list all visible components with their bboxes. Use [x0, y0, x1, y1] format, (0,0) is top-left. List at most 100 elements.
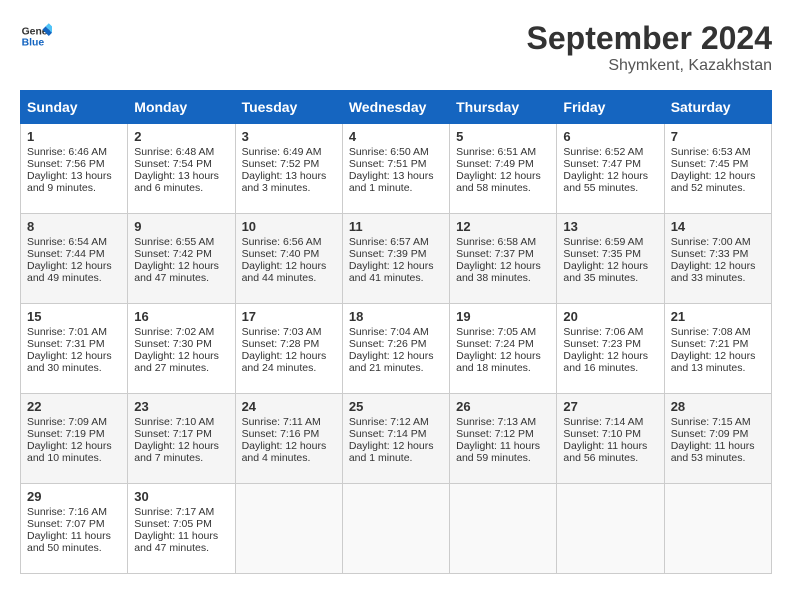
- day-number: 15: [27, 309, 121, 324]
- week-row-5: 29Sunrise: 7:16 AMSunset: 7:07 PMDayligh…: [21, 484, 772, 574]
- calendar-cell: 29Sunrise: 7:16 AMSunset: 7:07 PMDayligh…: [21, 484, 128, 574]
- week-row-1: 1Sunrise: 6:46 AMSunset: 7:56 PMDaylight…: [21, 124, 772, 214]
- sunrise-text: Sunrise: 6:55 AM: [134, 236, 214, 248]
- sunset-text: Sunset: 7:26 PM: [349, 338, 427, 350]
- calendar-cell: 19Sunrise: 7:05 AMSunset: 7:24 PMDayligh…: [450, 304, 557, 394]
- logo: General Blue: [20, 20, 52, 52]
- day-number: 5: [456, 129, 550, 144]
- sunset-text: Sunset: 7:44 PM: [27, 248, 105, 260]
- daylight-text: Daylight: 12 hours and 38 minutes.: [456, 260, 541, 284]
- calendar-cell: 2Sunrise: 6:48 AMSunset: 7:54 PMDaylight…: [128, 124, 235, 214]
- calendar-cell: 10 Sunrise: 6:56 AMSunset: 7:40 PMDayligh…: [235, 214, 342, 304]
- calendar-table: SundayMondayTuesdayWednesdayThursdayFrid…: [20, 90, 772, 574]
- day-number: 19: [456, 309, 550, 324]
- svg-text:Blue: Blue: [22, 38, 45, 49]
- day-number: 10: [242, 219, 336, 234]
- sunset-text: Sunset: 7:39 PM: [349, 248, 427, 260]
- calendar-cell: 30Sunrise: 7:17 AMSunset: 7:05 PMDayligh…: [128, 484, 235, 574]
- day-number: 26: [456, 399, 550, 414]
- sunrise-text: Sunrise: 7:06 AM: [563, 326, 643, 338]
- daylight-text: Daylight: 11 hours and 53 minutes.: [671, 440, 755, 464]
- day-number: 28: [671, 399, 765, 414]
- daylight-text: Daylight: 12 hours and 55 minutes.: [563, 170, 648, 194]
- calendar-cell: 1Sunrise: 6:46 AMSunset: 7:56 PMDaylight…: [21, 124, 128, 214]
- daylight-text: Daylight: 13 hours and 9 minutes.: [27, 170, 112, 194]
- calendar-cell: 6Sunrise: 6:52 AMSunset: 7:47 PMDaylight…: [557, 124, 664, 214]
- day-number: 27: [563, 399, 657, 414]
- day-number: 16: [134, 309, 228, 324]
- day-number: 9: [134, 219, 228, 234]
- sunset-text: Sunset: 7:31 PM: [27, 338, 105, 350]
- sunrise-text: Sunrise: 7:11 AM: [242, 416, 321, 428]
- sunrise-text: Sunrise: 7:16 AM: [27, 506, 107, 518]
- sunset-text: Sunset: 7:12 PM: [456, 428, 534, 440]
- calendar-cell: 16Sunrise: 7:02 AMSunset: 7:30 PMDayligh…: [128, 304, 235, 394]
- sunrise-text: Sunrise: 7:14 AM: [563, 416, 643, 428]
- sunset-text: Sunset: 7:05 PM: [134, 518, 212, 530]
- daylight-text: Daylight: 11 hours and 56 minutes.: [563, 440, 647, 464]
- sunset-text: Sunset: 7:30 PM: [134, 338, 212, 350]
- daylight-text: Daylight: 11 hours and 59 minutes.: [456, 440, 540, 464]
- calendar-cell: 25Sunrise: 7:12 AMSunset: 7:14 PMDayligh…: [342, 394, 449, 484]
- sunrise-text: Sunrise: 6:56 AM: [242, 236, 322, 248]
- day-number: 14: [671, 219, 765, 234]
- daylight-text: Daylight: 12 hours and 10 minutes.: [27, 440, 112, 464]
- daylight-text: Daylight: 11 hours and 47 minutes.: [134, 530, 218, 554]
- day-number: 1: [27, 129, 121, 144]
- daylight-text: Daylight: 12 hours and 13 minutes.: [671, 350, 756, 374]
- calendar-cell: 22Sunrise: 7:09 AMSunset: 7:19 PMDayligh…: [21, 394, 128, 484]
- calendar-cell: 5Sunrise: 6:51 AMSunset: 7:49 PMDaylight…: [450, 124, 557, 214]
- daylight-text: Daylight: 12 hours and 27 minutes.: [134, 350, 219, 374]
- calendar-cell: 12Sunrise: 6:58 AMSunset: 7:37 PMDayligh…: [450, 214, 557, 304]
- week-row-2: 8Sunrise: 6:54 AMSunset: 7:44 PMDaylight…: [21, 214, 772, 304]
- sunset-text: Sunset: 7:07 PM: [27, 518, 105, 530]
- sunrise-text: Sunrise: 7:03 AM: [242, 326, 322, 338]
- sunrise-text: Sunrise: 6:51 AM: [456, 146, 536, 158]
- calendar-cell: 17Sunrise: 7:03 AMSunset: 7:28 PMDayligh…: [235, 304, 342, 394]
- sunset-text: Sunset: 7:14 PM: [349, 428, 427, 440]
- sunrise-text: Sunrise: 7:01 AM: [27, 326, 107, 338]
- daylight-text: Daylight: 12 hours and 7 minutes.: [134, 440, 219, 464]
- calendar-cell: 8Sunrise: 6:54 AMSunset: 7:44 PMDaylight…: [21, 214, 128, 304]
- daylight-text: Daylight: 12 hours and 52 minutes.: [671, 170, 756, 194]
- sunrise-text: Sunrise: 7:08 AM: [671, 326, 751, 338]
- sunrise-text: Sunrise: 7:15 AM: [671, 416, 751, 428]
- sunset-text: Sunset: 7:40 PM: [242, 248, 320, 260]
- daylight-text: Daylight: 12 hours and 44 minutes.: [242, 260, 327, 284]
- calendar-cell: 4Sunrise: 6:50 AMSunset: 7:51 PMDaylight…: [342, 124, 449, 214]
- sunrise-text: Sunrise: 7:13 AM: [456, 416, 536, 428]
- day-number: 21: [671, 309, 765, 324]
- daylight-text: Daylight: 12 hours and 4 minutes.: [242, 440, 327, 464]
- day-header-thursday: Thursday: [450, 91, 557, 124]
- day-header-monday: Monday: [128, 91, 235, 124]
- calendar-cell: 28Sunrise: 7:15 AMSunset: 7:09 PMDayligh…: [664, 394, 771, 484]
- daylight-text: Daylight: 12 hours and 21 minutes.: [349, 350, 434, 374]
- sunrise-text: Sunrise: 6:46 AM: [27, 146, 107, 158]
- sunrise-text: Sunrise: 6:58 AM: [456, 236, 536, 248]
- page-header: General Blue September 2024 Shymkent, Ka…: [20, 20, 772, 75]
- logo-icon: General Blue: [20, 20, 52, 52]
- day-number: 25: [349, 399, 443, 414]
- calendar-cell: 21Sunrise: 7:08 AMSunset: 7:21 PMDayligh…: [664, 304, 771, 394]
- sunset-text: Sunset: 7:23 PM: [563, 338, 641, 350]
- sunrise-text: Sunrise: 7:00 AM: [671, 236, 751, 248]
- calendar-cell: 14Sunrise: 7:00 AMSunset: 7:33 PMDayligh…: [664, 214, 771, 304]
- sunset-text: Sunset: 7:10 PM: [563, 428, 641, 440]
- day-header-wednesday: Wednesday: [342, 91, 449, 124]
- sunrise-text: Sunrise: 7:04 AM: [349, 326, 429, 338]
- day-number: 8: [27, 219, 121, 234]
- day-number: 23: [134, 399, 228, 414]
- calendar-cell: 15Sunrise: 7:01 AMSunset: 7:31 PMDayligh…: [21, 304, 128, 394]
- week-row-4: 22Sunrise: 7:09 AMSunset: 7:19 PMDayligh…: [21, 394, 772, 484]
- daylight-text: Daylight: 11 hours and 50 minutes.: [27, 530, 111, 554]
- location-title: Shymkent, Kazakhstan: [527, 57, 772, 75]
- sunrise-text: Sunrise: 6:59 AM: [563, 236, 643, 248]
- day-number: 6: [563, 129, 657, 144]
- calendar-cell: [342, 484, 449, 574]
- daylight-text: Daylight: 12 hours and 16 minutes.: [563, 350, 648, 374]
- day-number: 18: [349, 309, 443, 324]
- day-number: 24: [242, 399, 336, 414]
- calendar-cell: 3Sunrise: 6:49 AMSunset: 7:52 PMDaylight…: [235, 124, 342, 214]
- day-header-tuesday: Tuesday: [235, 91, 342, 124]
- calendar-cell: 18 Sunrise: 7:04 AMSunset: 7:26 PMDayligh…: [342, 304, 449, 394]
